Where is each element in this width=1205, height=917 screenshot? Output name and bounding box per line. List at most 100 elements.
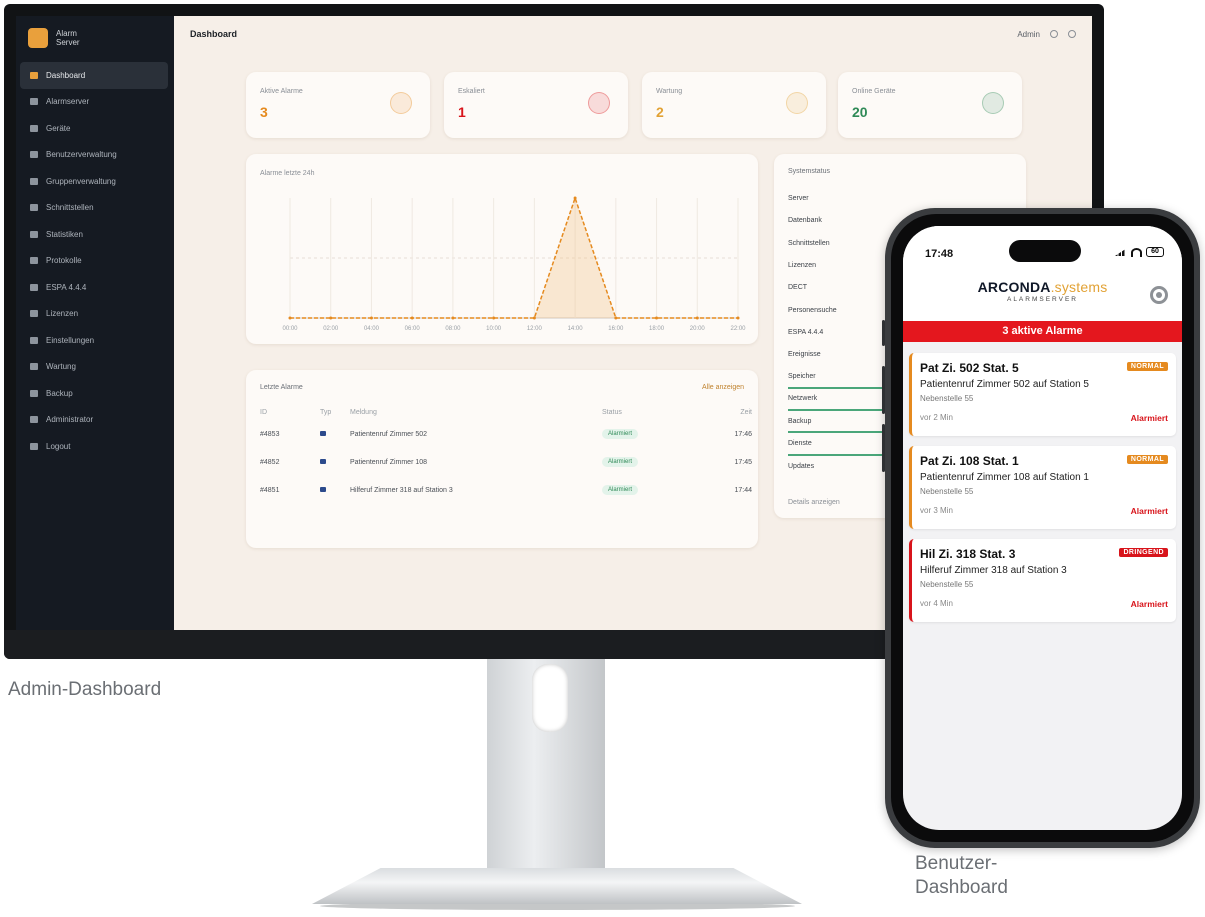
alarm-line-chart: 00:00 02:00 04:00 06:00 08:00 10:00 12:00 14:00… [282, 195, 746, 332]
priority-badge: DRINGEND [1119, 548, 1168, 557]
sidebar-item-label: Protokolle [46, 256, 82, 266]
alarm-card[interactable]: Pat Zi. 502 Stat. 5 NORMAL Patientenruf Zi… [909, 353, 1176, 436]
admin-sidebar: Alarm Server Dashboard Alarmserver Geräte B… [16, 16, 174, 630]
sidebar-item-label: Geräte [46, 123, 71, 133]
table-row[interactable]: #4851 Hilferuf Zimmer 318 auf Station 3 Al… [260, 476, 752, 504]
x-tick-label: 02:00 [323, 326, 339, 332]
signal-icon [1115, 248, 1127, 256]
brand: Alarm Server [16, 16, 174, 62]
alarm-state: Alarmiert [1130, 413, 1168, 423]
x-tick-label: 16:00 [608, 326, 624, 332]
sidebar-item-label: Alarmserver [46, 97, 90, 107]
data-point [695, 316, 699, 320]
alarm-card[interactable]: Hil Zi. 318 Stat. 3 DRINGEND Hilferuf Zimm… [909, 539, 1176, 622]
status-item: Server [788, 195, 809, 203]
x-tick-label: 14:00 [568, 326, 584, 332]
app-logo: ARCONDA.systems [977, 279, 1108, 295]
gear-icon[interactable] [1150, 286, 1168, 304]
nav-icon [30, 71, 38, 79]
details-link[interactable]: Details anzeigen [788, 499, 840, 506]
stat-value: 1 [458, 104, 466, 120]
x-tick-label: 20:00 [690, 326, 706, 332]
priority-badge: NORMAL [1126, 362, 1168, 371]
sidebar-item[interactable]: Alarmserver [16, 89, 174, 116]
sidebar-item[interactable]: Administrator [16, 407, 174, 434]
nav-icon [30, 151, 38, 159]
wifi-icon [1131, 247, 1142, 257]
sidebar-item-label: Wartung [46, 362, 76, 372]
sidebar-item[interactable]: Einstellungen [16, 327, 174, 354]
stat-card: Wartung 2 [642, 72, 826, 138]
page-title: Dashboard [190, 29, 238, 39]
data-point [410, 316, 414, 320]
system-status-title: Systemstatus [788, 168, 831, 175]
user-menu[interactable]: Admin [1017, 30, 1040, 39]
status-bar: 17:48 60 [903, 226, 1182, 276]
alarm-time: 17:46 [734, 430, 752, 438]
table-row[interactable]: #4852 Patientenruf Zimmer 108 Alarmiert 17:… [260, 448, 752, 476]
alarm-title: Hil Zi. 318 Stat. 3 [920, 547, 1016, 561]
sidebar-item[interactable]: Logout [16, 433, 174, 460]
brand-line-2: Server [56, 38, 80, 47]
alarm-id: #4851 [260, 486, 280, 494]
stat-icon [390, 92, 412, 114]
stat-card: Aktive Alarme 3 [246, 72, 430, 138]
sidebar-nav: Dashboard Alarmserver Geräte Benutzerverwal… [16, 62, 174, 460]
sidebar-item[interactable]: Lizenzen [16, 301, 174, 328]
x-tick-label: 12:00 [527, 326, 543, 332]
alarm-extension: Nebenstelle 55 [920, 394, 974, 403]
column-header: Status [602, 408, 622, 416]
alarm-type-icon [320, 458, 326, 464]
data-point [288, 316, 292, 320]
dynamic-island [1009, 240, 1081, 262]
x-tick-label: 18:00 [649, 326, 665, 332]
sidebar-item-label: Lizenzen [46, 309, 79, 319]
nav-icon [30, 230, 38, 238]
table-row[interactable]: #4853 Patientenruf Zimmer 502 Alarmiert 17:… [260, 420, 752, 448]
sidebar-item[interactable]: Backup [16, 380, 174, 407]
data-point [573, 196, 577, 200]
nav-icon [30, 310, 38, 318]
nav-icon [30, 442, 38, 450]
show-all-link[interactable]: Alle anzeigen [702, 384, 744, 391]
sidebar-item[interactable]: Gruppenverwaltung [16, 168, 174, 195]
sidebar-item[interactable]: ESPA 4.4.4 [16, 274, 174, 301]
app-subtitle: ALARMSERVER [1006, 296, 1078, 303]
sidebar-item[interactable]: Protokolle [16, 248, 174, 275]
x-tick-label: 06:00 [405, 326, 421, 332]
sidebar-item[interactable]: Statistiken [16, 221, 174, 248]
stat-icon [588, 92, 610, 114]
phone-action-button [882, 320, 885, 346]
data-point [736, 316, 740, 320]
stat-value: 20 [852, 104, 868, 120]
alarm-state: Alarmiert [1130, 599, 1168, 609]
sidebar-item[interactable]: Benutzerverwaltung [16, 142, 174, 169]
column-header: Typ [320, 408, 332, 416]
sidebar-item-label: ESPA 4.4.4 [46, 282, 87, 292]
nav-icon [30, 389, 38, 397]
sidebar-item[interactable]: Dashboard [20, 62, 168, 89]
alarm-title: Pat Zi. 108 Stat. 1 [920, 454, 1019, 468]
caption-user: Benutzer- Dashboard [915, 853, 1008, 898]
alarm-message: Patientenruf Zimmer 502 [350, 430, 428, 438]
brand-line-1: Alarm [56, 29, 77, 38]
sidebar-item[interactable]: Schnittstellen [16, 195, 174, 222]
nav-icon [30, 416, 38, 424]
nav-icon [30, 363, 38, 371]
notification-icon[interactable] [1050, 30, 1058, 38]
sidebar-item[interactable]: Geräte [16, 115, 174, 142]
alarm-type-icon [320, 430, 326, 436]
data-point [655, 316, 659, 320]
nav-icon [30, 204, 38, 212]
sidebar-item-label: Schnittstellen [46, 203, 94, 213]
stat-card: Online Geräte 20 [838, 72, 1022, 138]
alarm-card[interactable]: Pat Zi. 108 Stat. 1 NORMAL Patientenruf Zi… [909, 446, 1176, 529]
sidebar-item[interactable]: Wartung [16, 354, 174, 381]
logout-icon[interactable] [1068, 30, 1076, 38]
stat-label: Wartung [656, 88, 683, 95]
status-badge: Alarmiert [602, 457, 639, 467]
data-point [451, 316, 455, 320]
caption-admin: Admin-Dashboard [8, 679, 162, 700]
x-tick-label: 22:00 [730, 326, 746, 332]
alarm-time: 17:44 [734, 486, 752, 494]
